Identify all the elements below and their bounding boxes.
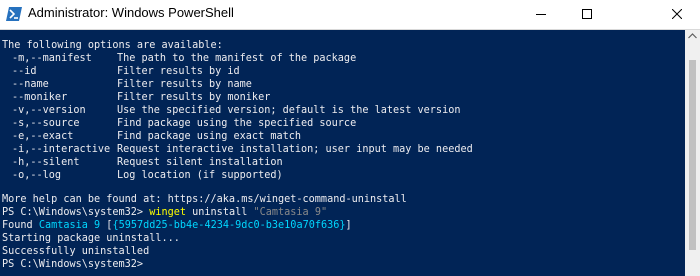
option-row: --moniker Filter results by moniker bbox=[2, 91, 270, 104]
console-output[interactable]: The following options are available: -m,… bbox=[0, 30, 685, 276]
option-flag: -i,--interactive bbox=[12, 144, 111, 155]
option-description: Request interactive installation; user i… bbox=[117, 144, 473, 155]
found-prefix: Found bbox=[2, 220, 39, 231]
result-line: Successfully uninstalled bbox=[2, 246, 150, 257]
option-flag: --id bbox=[12, 66, 37, 77]
powershell-window: Administrator: Windows PowerShell The fo… bbox=[0, 0, 700, 276]
maximize-icon bbox=[582, 9, 592, 19]
option-flag: -e,--exact bbox=[12, 131, 74, 142]
found-line: Found Camtasia 9 [{5957dd25-bb4e-4234-9d… bbox=[2, 219, 352, 232]
window-title: Administrator: Windows PowerShell bbox=[28, 5, 234, 20]
found-package-id: {5957dd25-bb4e-4234-9dc0-b3e10a70f636} bbox=[112, 220, 346, 231]
maximize-button[interactable] bbox=[564, 0, 610, 29]
option-flag: --name bbox=[12, 79, 49, 90]
prompt-line: PS C:\Windows\system32> bbox=[2, 259, 144, 270]
option-flag: -v,--version bbox=[12, 105, 86, 116]
command-string: "Camtasia 9" bbox=[253, 207, 328, 218]
found-suffix: ] bbox=[345, 220, 352, 231]
option-description: Find package using exact match bbox=[117, 131, 302, 142]
powershell-icon bbox=[6, 7, 22, 21]
command-args: uninstall bbox=[186, 207, 254, 218]
vertical-scrollbar[interactable] bbox=[685, 30, 700, 276]
prompt: PS C:\Windows\system32> bbox=[2, 207, 150, 218]
option-flag: -m,--manifest bbox=[12, 53, 92, 64]
option-row: --id Filter results by id bbox=[2, 65, 240, 78]
command-line: PS C:\Windows\system32> winget uninstall… bbox=[2, 206, 327, 219]
option-description: Filter results by moniker bbox=[117, 92, 271, 103]
close-button[interactable] bbox=[654, 0, 700, 29]
option-flag: -o,--log bbox=[12, 170, 62, 181]
option-row: -s,--source Find package using the speci… bbox=[2, 117, 356, 130]
options-header: The following options are available: bbox=[2, 40, 223, 51]
option-description: Request silent installation bbox=[117, 157, 283, 168]
close-icon bbox=[672, 9, 682, 19]
option-row: -e,--exact Find package using exact matc… bbox=[2, 130, 301, 143]
option-flag: -s,--source bbox=[12, 118, 80, 129]
option-flag: --moniker bbox=[12, 92, 68, 103]
option-description: Use the specified version; default is th… bbox=[117, 105, 461, 116]
title-bar[interactable]: Administrator: Windows PowerShell bbox=[0, 0, 700, 30]
status-line: Starting package uninstall... bbox=[2, 233, 180, 244]
option-row: -i,--interactive Request interactive ins… bbox=[2, 143, 473, 156]
option-row: -m,--manifest The path to the manifest o… bbox=[2, 52, 356, 65]
minimize-icon bbox=[536, 14, 546, 15]
option-description: The path to the manifest of the package bbox=[117, 53, 357, 64]
scroll-up-arrow-icon[interactable] bbox=[688, 33, 697, 39]
option-row: -h,--silent Request silent installation bbox=[2, 156, 283, 169]
option-flag: -h,--silent bbox=[12, 157, 80, 168]
minimize-button[interactable] bbox=[518, 0, 564, 29]
help-line: More help can be found at: https://aka.m… bbox=[2, 194, 407, 205]
scrollbar-thumb[interactable] bbox=[689, 60, 696, 250]
option-row: -o,--log Log location (if supported) bbox=[2, 169, 283, 182]
option-row: -v,--version Use the specified version; … bbox=[2, 104, 460, 117]
option-description: Filter results by id bbox=[117, 66, 240, 77]
option-description: Log location (if supported) bbox=[117, 170, 283, 181]
found-package-name: Camtasia 9 bbox=[38, 220, 101, 231]
option-description: Filter results by name bbox=[117, 79, 252, 90]
command-exe: winget bbox=[149, 207, 187, 218]
found-mid: [ bbox=[100, 220, 113, 231]
option-row: --name Filter results by name bbox=[2, 78, 252, 91]
option-description: Find package using the specified source bbox=[117, 118, 357, 129]
